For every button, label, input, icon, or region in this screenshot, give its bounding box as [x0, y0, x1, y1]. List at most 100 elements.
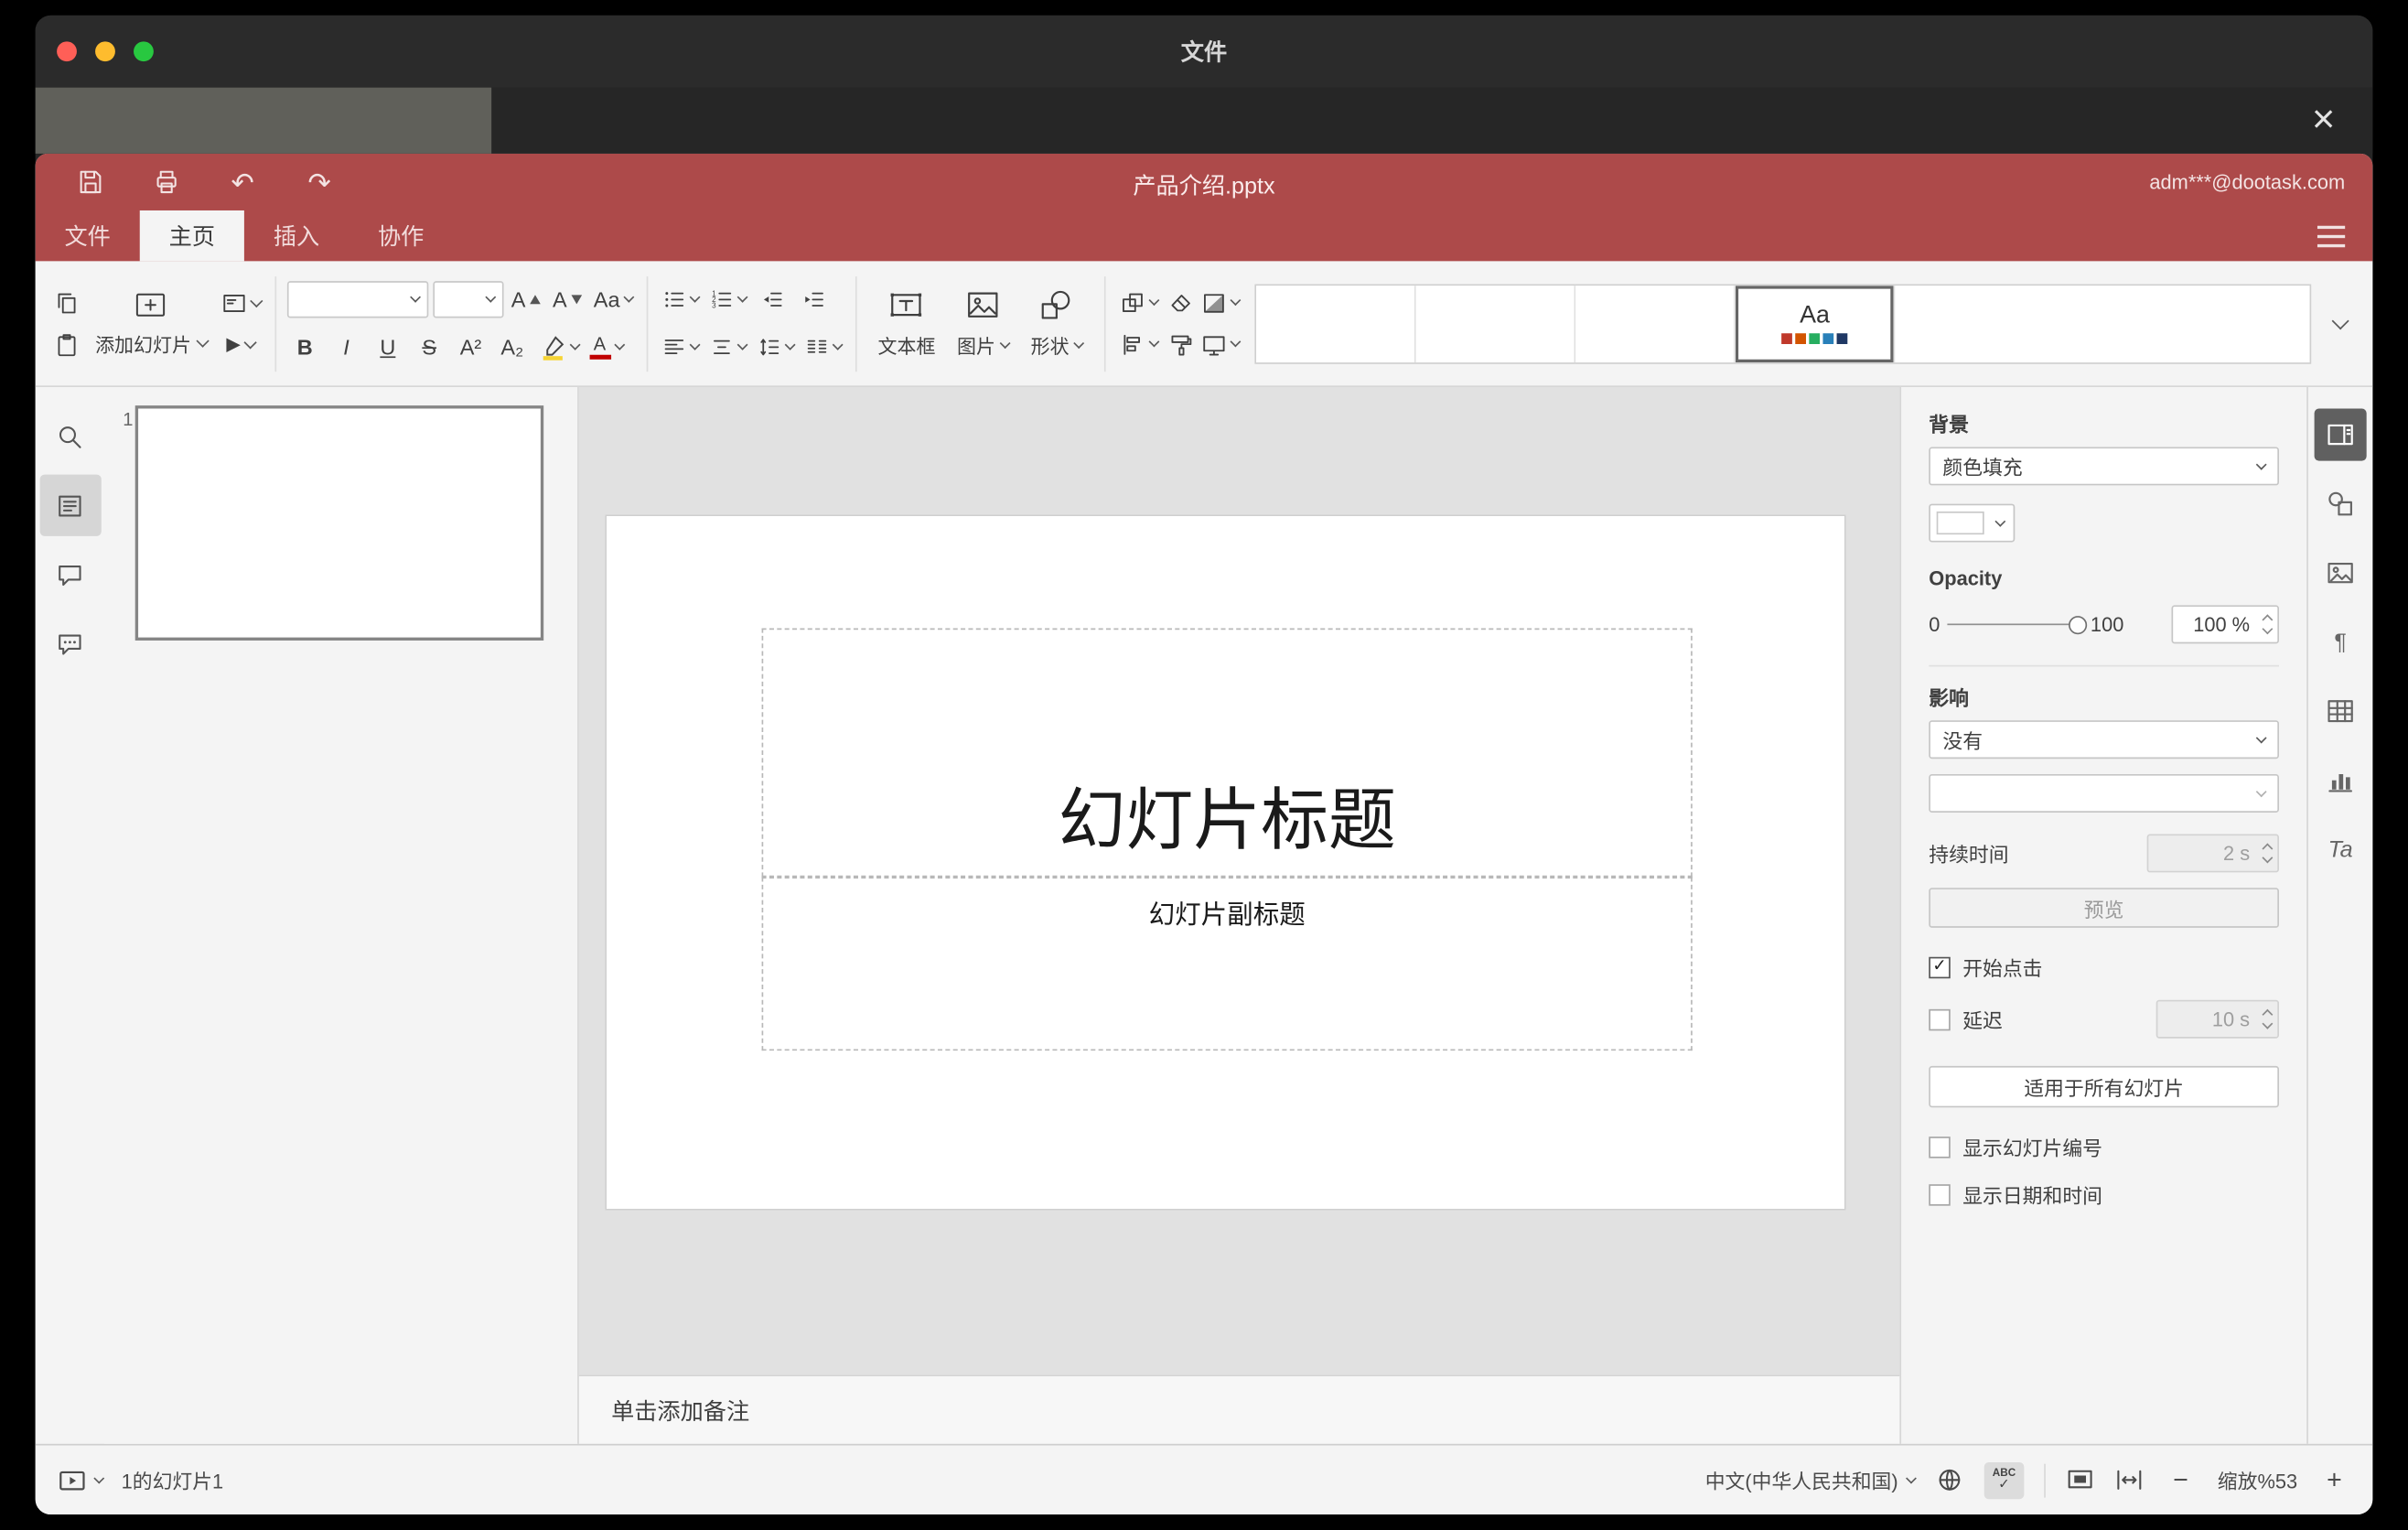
bold-icon[interactable]: B [286, 329, 323, 365]
save-icon[interactable] [72, 165, 106, 199]
zoom-out-icon[interactable]: − [2164, 1463, 2198, 1497]
spinner-arrows-icon[interactable] [2256, 835, 2278, 871]
show-date-time-label: 显示日期和时间 [1962, 1184, 2102, 1208]
theme-option-2[interactable] [1415, 285, 1576, 362]
zoom-traffic-light[interactable] [134, 41, 154, 62]
show-slide-number-label: 显示幻灯片编号 [1962, 1137, 2102, 1160]
start-slideshow-status-icon[interactable] [57, 1465, 105, 1496]
delay-checkbox[interactable] [1929, 1007, 1951, 1030]
slide-thumbnail[interactable] [134, 405, 544, 641]
tab-insert[interactable]: 插入 [244, 210, 349, 261]
decrease-font-icon[interactable]: A [549, 281, 586, 318]
underline-icon[interactable]: U [370, 329, 406, 365]
columns-icon[interactable] [801, 329, 844, 365]
copy-icon[interactable] [48, 285, 84, 321]
close-icon[interactable]: × [2295, 91, 2350, 145]
chevron-down-icon [689, 291, 700, 303]
shape-settings-icon[interactable] [2315, 478, 2367, 530]
font-size-select[interactable] [432, 281, 503, 318]
numbered-list-icon[interactable]: 123 [706, 281, 749, 318]
font-color-icon[interactable]: A [586, 329, 626, 365]
align-shapes-icon[interactable] [1117, 326, 1162, 362]
slide-settings-icon[interactable] [2314, 408, 2367, 461]
minimize-traffic-light[interactable] [95, 41, 115, 62]
copy-style-icon[interactable] [1161, 326, 1198, 362]
subscript-icon[interactable]: A₂ [494, 329, 531, 365]
add-slide-button[interactable]: 添加幻灯片 [84, 275, 217, 371]
tab-home[interactable]: 主页 [139, 210, 244, 262]
paragraph-settings-icon[interactable]: ¶ [2315, 616, 2367, 668]
arrange-shapes-icon[interactable] [1117, 285, 1162, 321]
spell-check-icon[interactable]: ABC ✓ [1983, 1461, 2025, 1499]
slides-panel-icon[interactable] [38, 474, 101, 536]
image-button[interactable]: 图片 [946, 275, 1020, 371]
text-art-settings-icon[interactable]: Ta [2315, 824, 2367, 876]
apply-to-all-slides-button[interactable]: 适用于所有幻灯片 [1929, 1065, 2279, 1108]
title-placeholder[interactable]: 幻灯片标题 [761, 628, 1693, 878]
horizontal-align-icon[interactable] [659, 329, 702, 365]
chat-icon[interactable] [39, 613, 101, 674]
spinner-arrows-icon[interactable] [2256, 607, 2278, 642]
text-box-button[interactable]: 文本框 [867, 275, 946, 371]
zoom-in-icon[interactable]: + [2317, 1463, 2351, 1497]
image-settings-icon[interactable] [2315, 547, 2367, 599]
opacity-input[interactable]: 100 % [2171, 605, 2279, 644]
strikethrough-icon[interactable]: S [411, 329, 447, 365]
bullet-list-icon[interactable] [659, 281, 702, 318]
italic-icon[interactable]: I [328, 329, 364, 365]
slide-size-icon[interactable] [1199, 326, 1243, 362]
theme-option-selected[interactable]: Aa [1736, 285, 1896, 362]
notes-area[interactable]: 单击添加备注 [578, 1374, 1900, 1444]
image-icon [968, 292, 998, 318]
redo-icon[interactable]: ↷ [303, 165, 337, 199]
start-on-click-checkbox[interactable]: ✓ [1929, 955, 1951, 978]
start-slideshow-icon[interactable]: ▶ [218, 326, 263, 362]
search-icon[interactable] [39, 405, 101, 467]
change-layout-icon[interactable] [218, 285, 263, 321]
undo-icon[interactable]: ↶ [226, 165, 260, 199]
close-traffic-light[interactable] [57, 41, 77, 62]
decrease-indent-icon[interactable] [754, 281, 790, 318]
line-spacing-icon[interactable] [754, 329, 797, 365]
chart-settings-icon[interactable] [2315, 754, 2367, 806]
delay-input[interactable]: 10 s [2155, 999, 2279, 1039]
opacity-slider[interactable] [1947, 614, 2088, 636]
paste-icon[interactable] [48, 326, 84, 362]
document-language-icon[interactable] [1935, 1465, 1964, 1494]
theme-gallery-more-icon[interactable] [2320, 284, 2360, 363]
show-slide-number-checkbox[interactable] [1929, 1136, 1951, 1158]
spinner-arrows-icon[interactable] [2256, 1001, 2278, 1037]
tab-file[interactable]: 文件 [36, 210, 140, 261]
slide[interactable]: 幻灯片标题 幻灯片副标题 [605, 514, 1846, 1211]
fit-to-slide-icon[interactable] [2066, 1465, 2095, 1494]
theme-option-5[interactable] [1895, 285, 2310, 362]
fill-type-select[interactable]: 颜色填充 [1929, 447, 2279, 486]
theme-option-1[interactable] [1256, 285, 1416, 362]
color-scheme-icon[interactable] [1199, 285, 1243, 321]
menu-icon[interactable] [2311, 219, 2351, 253]
vertical-align-icon[interactable] [706, 329, 749, 365]
print-icon[interactable] [149, 165, 183, 199]
change-case-icon[interactable]: Aa [590, 281, 635, 318]
theme-option-3[interactable] [1575, 285, 1736, 362]
show-date-time-checkbox[interactable] [1929, 1183, 1951, 1205]
fill-color-picker[interactable] [1929, 503, 2016, 543]
increase-font-icon[interactable]: A [508, 281, 544, 318]
font-name-select[interactable] [286, 281, 428, 318]
language-select[interactable]: 中文(中华人民共和国) [1705, 1465, 1917, 1494]
opacity-slider-knob[interactable] [2069, 615, 2088, 634]
table-settings-icon[interactable] [2315, 685, 2367, 738]
tab-collaboration[interactable]: 协作 [349, 210, 453, 261]
transition-variant-select[interactable] [1929, 773, 2279, 813]
comments-icon[interactable] [39, 544, 101, 605]
duration-input[interactable]: 2 s [2146, 834, 2279, 873]
fit-to-width-icon[interactable] [2114, 1465, 2144, 1494]
transition-effect-select[interactable]: 没有 [1929, 720, 2279, 760]
shape-button[interactable]: 形状 [1020, 275, 1094, 371]
highlight-color-icon[interactable] [535, 329, 581, 365]
subtitle-placeholder[interactable]: 幻灯片副标题 [761, 877, 1693, 1051]
clear-style-icon[interactable] [1161, 285, 1198, 321]
preview-button[interactable]: 预览 [1929, 888, 2279, 928]
superscript-icon[interactable]: A² [452, 329, 489, 365]
increase-indent-icon[interactable] [795, 281, 832, 318]
